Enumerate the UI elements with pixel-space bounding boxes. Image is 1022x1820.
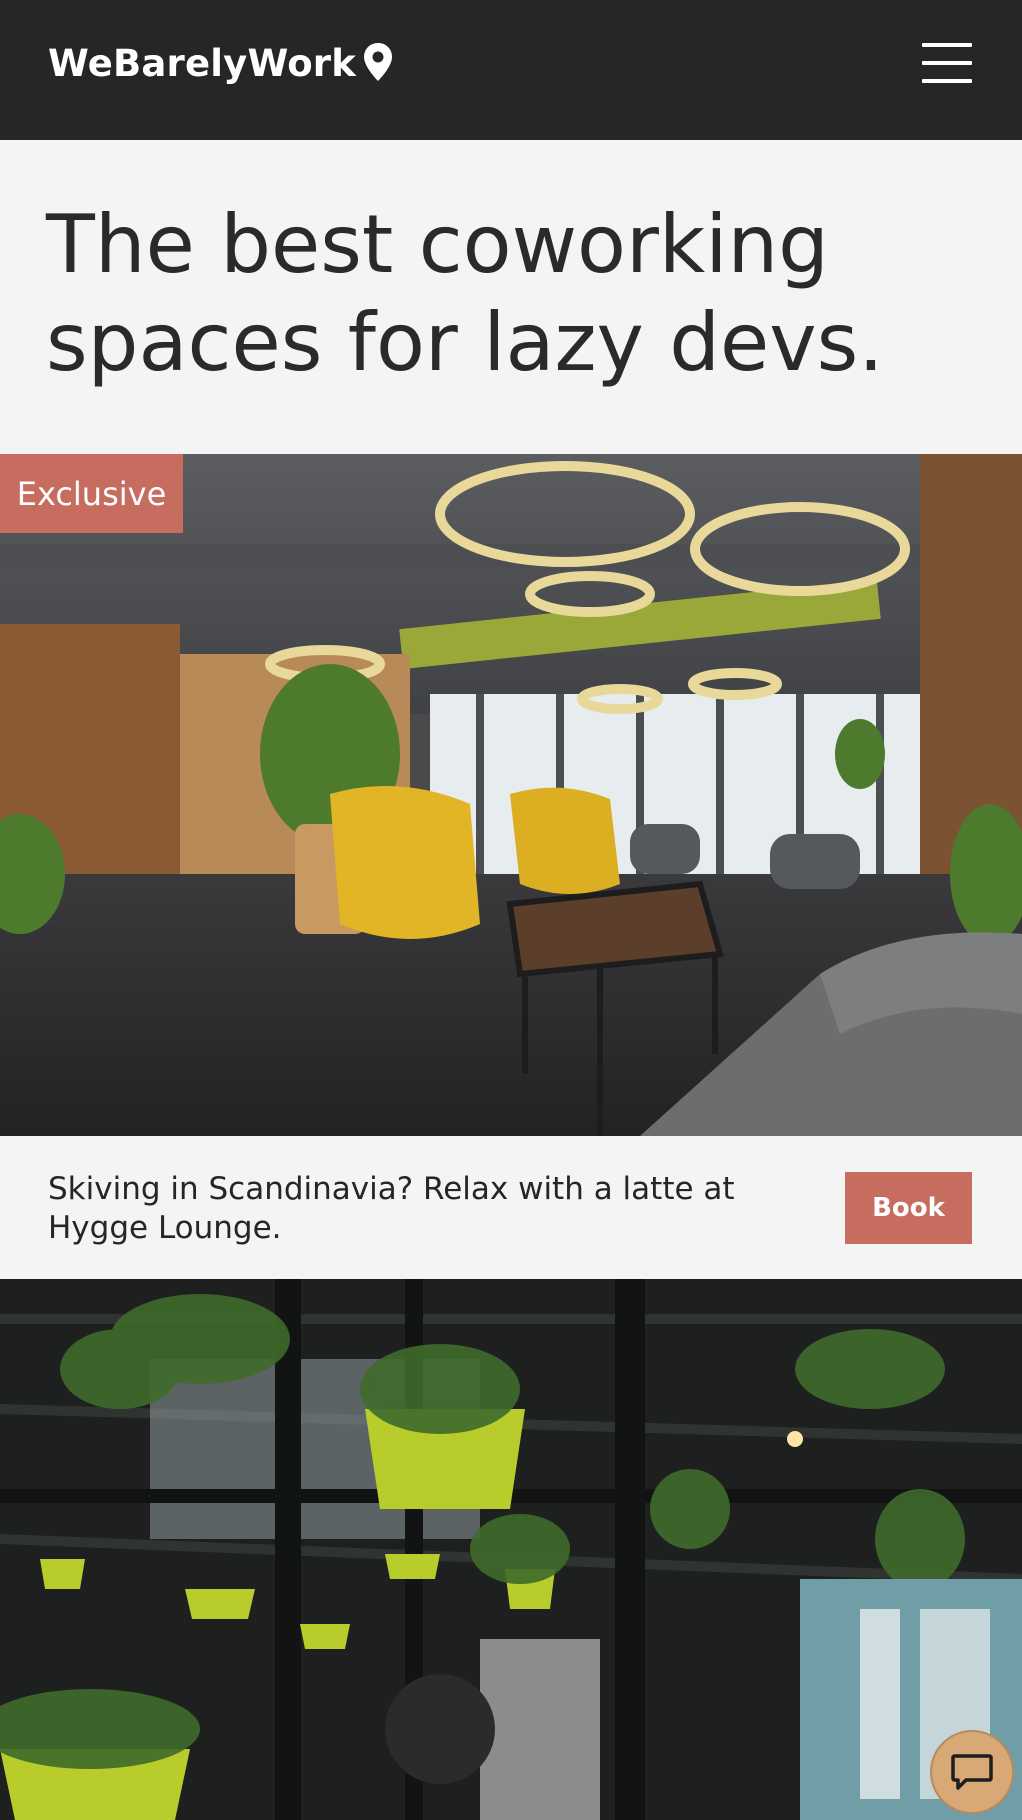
top-navigation-bar: WeBarelyWork	[0, 0, 1022, 140]
map-pin-icon[interactable]	[362, 42, 394, 82]
plant-cafe-photo[interactable]	[0, 1279, 1022, 1820]
chat-bubble-icon	[951, 1754, 993, 1790]
hygge-lounge-photo[interactable]	[0, 454, 1022, 1136]
hero-title: The best coworking spaces for lazy devs.	[46, 198, 884, 389]
hamburger-menu-icon[interactable]	[922, 43, 972, 83]
chat-button[interactable]	[930, 1730, 1014, 1814]
book-button[interactable]: Book	[845, 1172, 972, 1244]
listing-description: Skiving in Scandinavia? Relax with a lat…	[48, 1171, 735, 1246]
brand-logo[interactable]: WeBarelyWork	[48, 42, 356, 85]
exclusive-badge: Exclusive	[0, 454, 183, 533]
